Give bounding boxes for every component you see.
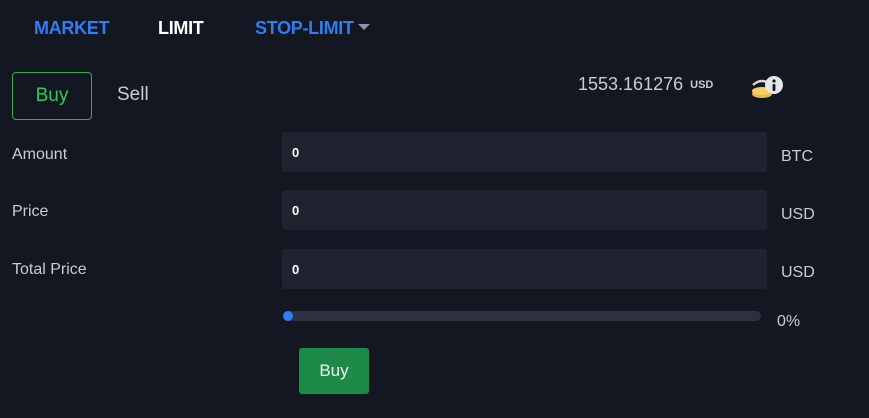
percent-slider[interactable] (283, 311, 761, 321)
total-price-unit: USD (781, 264, 815, 281)
available-balance: 1553.161276 USD (578, 74, 713, 95)
percent-label: 0% (777, 313, 801, 330)
tab-stop-limit[interactable]: STOP-LIMIT (255, 18, 370, 39)
side-buy-button[interactable]: Buy (12, 72, 92, 120)
tab-market[interactable]: MARKET (34, 18, 110, 39)
tab-stop-limit-label: STOP-LIMIT (255, 18, 354, 38)
slider-track (283, 311, 761, 321)
order-type-tabs: MARKET LIMIT STOP-LIMIT (0, 0, 869, 60)
total-price-label: Total Price (12, 261, 87, 278)
price-input[interactable] (282, 190, 767, 230)
submit-buy-button[interactable]: Buy (299, 348, 369, 394)
slider-thumb[interactable] (283, 311, 293, 321)
chevron-down-icon (357, 24, 370, 30)
amount-label: Amount (12, 146, 68, 163)
amount-input[interactable] (282, 132, 767, 172)
wallet-info-icon[interactable] (750, 72, 786, 100)
balance-amount: 1553.161276 (578, 74, 684, 94)
price-unit: USD (781, 206, 815, 223)
amount-unit: BTC (781, 148, 813, 165)
price-label: Price (12, 203, 49, 220)
balance-currency: USD (690, 79, 714, 91)
tab-limit[interactable]: LIMIT (158, 18, 204, 39)
side-sell-button[interactable]: Sell (117, 84, 149, 106)
total-price-input[interactable] (282, 249, 767, 289)
